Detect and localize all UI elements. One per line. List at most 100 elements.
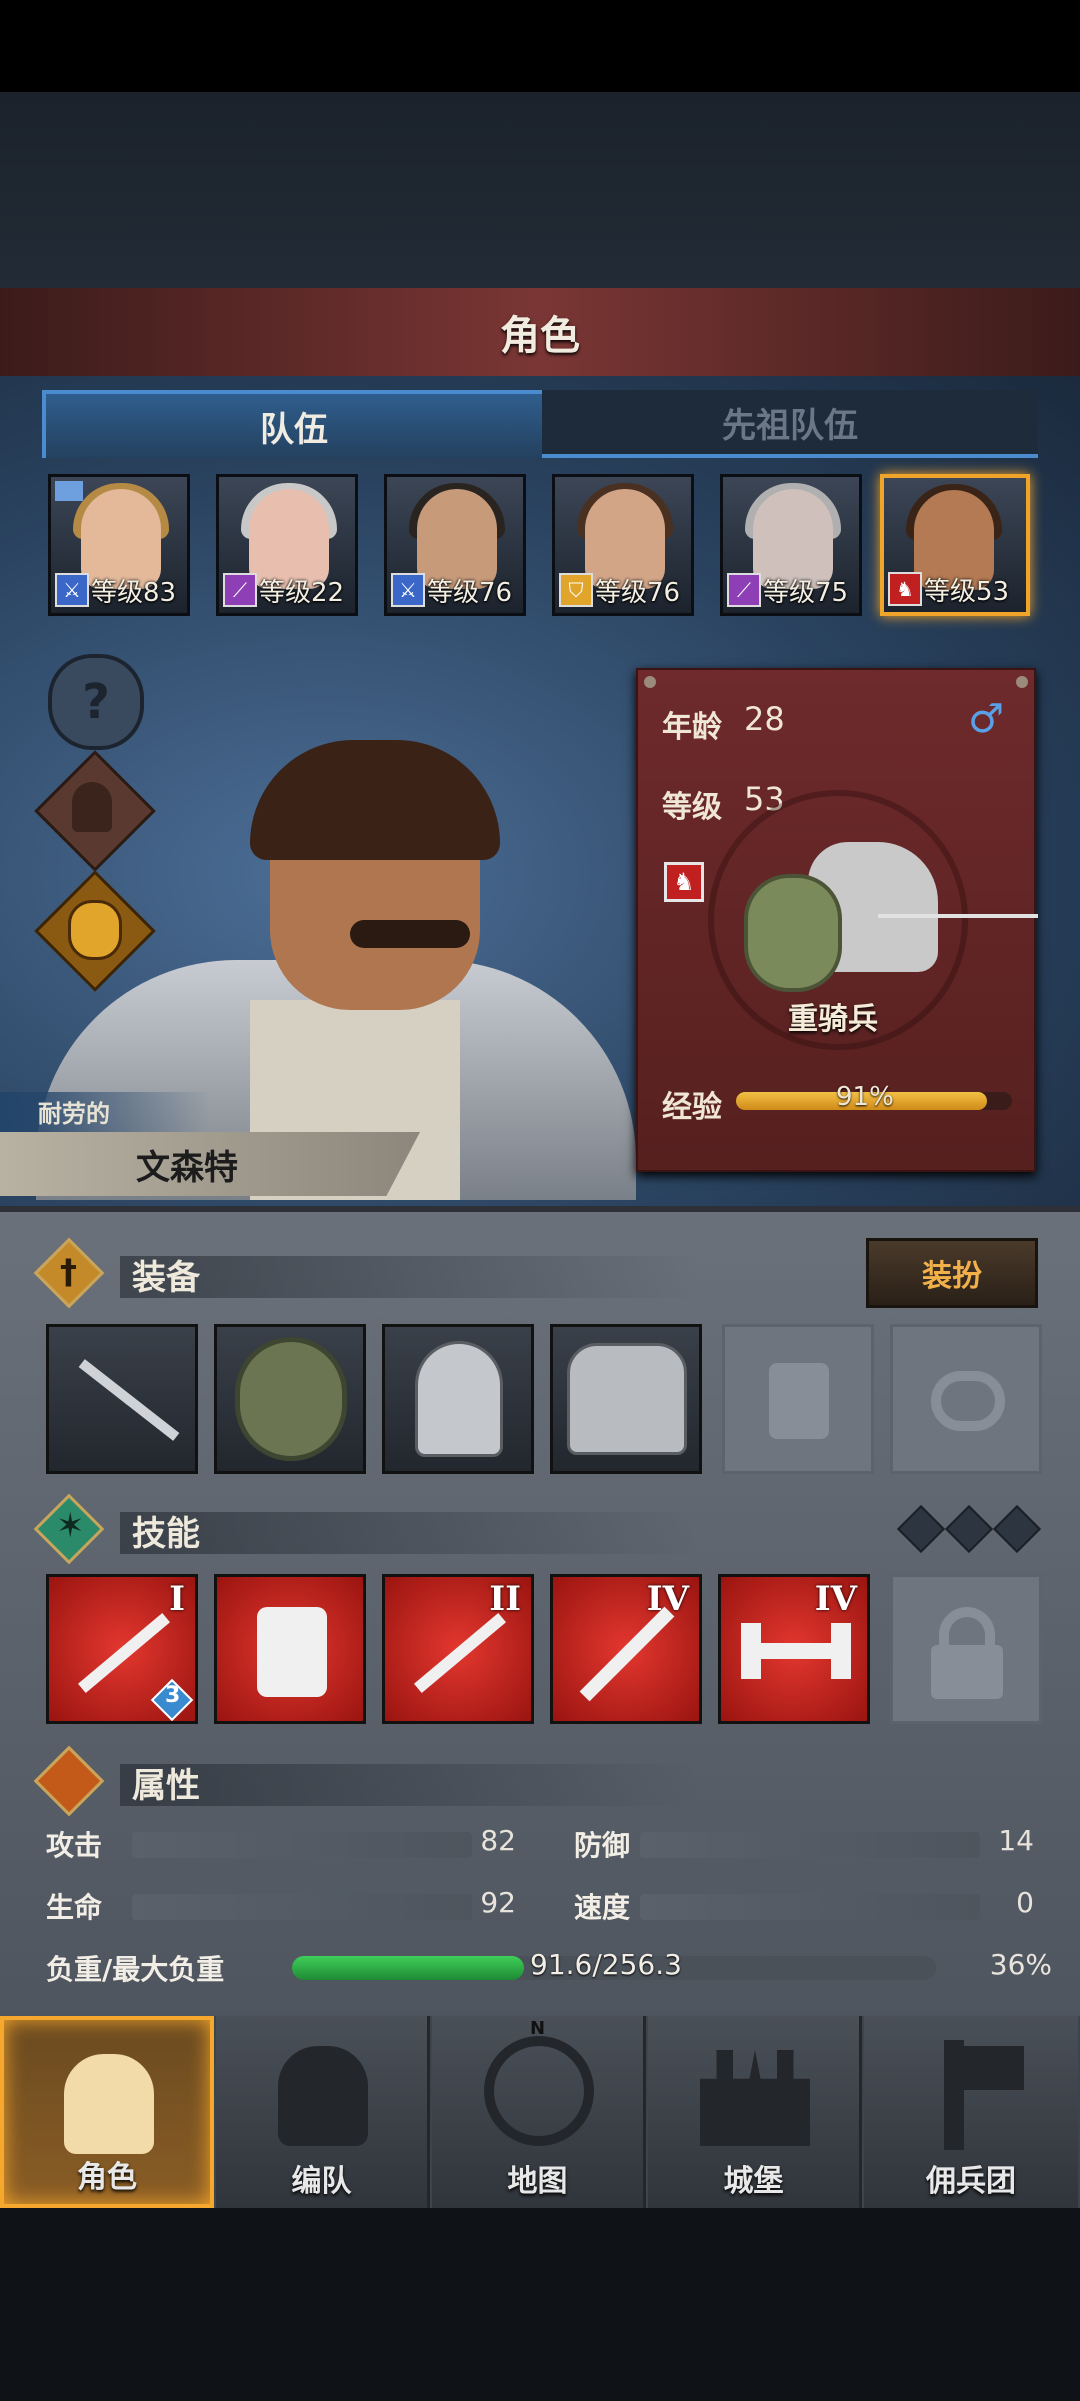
stat-speed: 速度 0 (574, 1884, 1034, 1928)
equip-slot-shield[interactable] (214, 1324, 366, 1474)
helmet-group-icon (278, 2046, 368, 2146)
title-bar: 角色 (0, 288, 1080, 380)
character-info-panel: 年龄 28 ♂ 等级 53 ♞ 重骑兵 经验 91% (636, 668, 1038, 1172)
equipment-title: 装备 (132, 1258, 200, 1298)
bottom-nav: 角色 编队 N 地图 城堡 佣兵团 (0, 2016, 1080, 2208)
hp-label: 生命 (46, 1891, 103, 1924)
compass-icon (484, 2036, 594, 2146)
skill-slot[interactable]: II (382, 1574, 534, 1724)
party-tabs: 队伍 先祖队伍 (42, 390, 1038, 458)
status-bar (0, 0, 1080, 92)
ring-icon (931, 1371, 1005, 1431)
question-icon: ? (82, 674, 110, 730)
roster-slot[interactable]: ⚔ 等级83 (48, 474, 190, 616)
attack-label: 攻击 (46, 1829, 103, 1862)
rivet-icon (1016, 676, 1028, 688)
sword-cursor-icon (414, 1613, 506, 1693)
lock-icon (939, 1607, 995, 1647)
exp-percent: 91% (836, 1082, 894, 1112)
level-label: 等级76 (427, 577, 513, 608)
horse-icon: ♞ (888, 572, 922, 606)
weight-label: 负重/最大负重 (46, 1953, 225, 1986)
sword-icon: ⚔ (55, 573, 89, 607)
weight-percent: 36% (989, 1948, 1052, 1981)
class-name: 重骑兵 (788, 1002, 878, 1037)
level-label: 等级76 (595, 577, 681, 608)
stat-attack: 攻击 82 (46, 1822, 516, 1866)
dress-up-label: 装扮 (922, 1259, 982, 1294)
skill-slot[interactable] (214, 1574, 366, 1724)
weight-bar-fill (292, 1956, 524, 1980)
dress-up-button[interactable]: 装扮 (866, 1238, 1038, 1308)
roster: ⚔ 等级83 ⟋ 等级22 ⚔ 等级76 ⛉ 等级76 ⟋ 等级75 ♞ 等级5… (48, 474, 1038, 620)
exp-label: 经验 (662, 1090, 722, 1125)
skill-rank: IV (814, 1579, 857, 1619)
potion-icon (68, 900, 122, 960)
nav-castle[interactable]: 城堡 (648, 2016, 862, 2208)
staff-icon: ⟋ (727, 573, 761, 607)
male-icon: ♂ (968, 696, 1004, 742)
person-icon (72, 782, 112, 832)
armor-icon (567, 1343, 687, 1455)
mustache (350, 920, 470, 948)
round-shield-icon (235, 1337, 347, 1461)
level-label: 等级53 (924, 576, 1010, 607)
stat-weight: 负重/最大负重 91.6/256.3 36% (46, 1946, 1052, 1990)
roster-slot[interactable]: ⛉ 等级76 (552, 474, 694, 616)
roster-slot[interactable]: ⚔ 等级76 (384, 474, 526, 616)
skill-rank: I (169, 1579, 185, 1619)
level-label: 等级83 (91, 577, 177, 608)
attributes-title: 属性 (132, 1766, 200, 1806)
skills-title: 技能 (132, 1514, 200, 1554)
shield-icon: ⛉ (559, 573, 593, 607)
equip-slot-weapon[interactable] (46, 1324, 198, 1474)
equip-slot-boots-empty[interactable] (722, 1324, 874, 1474)
equip-slot-helmet[interactable] (382, 1324, 534, 1474)
horse-icon: ♞ (664, 862, 704, 902)
rivet-icon (644, 676, 656, 688)
defense-value: 14 (998, 1824, 1034, 1857)
sword-icon (579, 1606, 675, 1702)
speed-value: 0 (1016, 1886, 1034, 1919)
level-label: 等级75 (763, 577, 849, 608)
shield-illustration (744, 874, 842, 992)
tab-party[interactable]: 队伍 (42, 390, 546, 458)
spear-icon (78, 1359, 180, 1441)
trait-label: 耐劳的 (38, 1100, 110, 1128)
age-label: 年龄 (662, 710, 722, 745)
tab-ancestor-party[interactable]: 先祖队伍 (542, 390, 1038, 458)
stat-hp: 生命 92 (46, 1884, 516, 1928)
attributes-header: 属性 (33, 1745, 1036, 1817)
skill-rank: II (489, 1579, 521, 1619)
skill-slot[interactable]: IV (718, 1574, 870, 1724)
level-label: 等级 (662, 790, 722, 825)
nav-formation[interactable]: 编队 (216, 2016, 430, 2208)
help-button[interactable]: ? (48, 654, 144, 750)
sword-icon: ⚔ (391, 573, 425, 607)
roster-slot-selected[interactable]: ♞ 等级53 (880, 474, 1030, 616)
knight-icon (64, 2054, 154, 2154)
speed-label: 速度 (574, 1891, 631, 1924)
equip-slot-armor[interactable] (550, 1324, 702, 1474)
skill-slot[interactable]: I 3 (46, 1574, 198, 1724)
level-label: 等级22 (259, 577, 345, 608)
nav-map[interactable]: N 地图 (432, 2016, 646, 2208)
roster-slot[interactable]: ⟋ 等级22 (216, 474, 358, 616)
banner-icon (944, 2040, 964, 2150)
staff-icon: ⟋ (223, 573, 257, 607)
character-name[interactable]: 文森特 (136, 1140, 238, 1189)
skill-badge: 3 (165, 1683, 181, 1708)
roster-slot[interactable]: ⟋ 等级75 (720, 474, 862, 616)
weight-value: 91.6/256.3 (530, 1948, 682, 1981)
equip-slot-ring-empty[interactable] (890, 1324, 1042, 1474)
person-icon (33, 1745, 105, 1817)
nav-mercenaries[interactable]: 佣兵团 (864, 2016, 1078, 2208)
stat-defense: 防御 14 (574, 1822, 1034, 1866)
defense-label: 防御 (574, 1829, 631, 1862)
skill-slot[interactable]: IV (550, 1574, 702, 1724)
skill-slot-locked[interactable] (890, 1574, 1042, 1724)
sword-cursor-icon (78, 1613, 170, 1693)
flag-icon (55, 481, 83, 501)
nav-character[interactable]: 角色 (0, 2016, 214, 2208)
page-title: 角色 (500, 313, 580, 359)
